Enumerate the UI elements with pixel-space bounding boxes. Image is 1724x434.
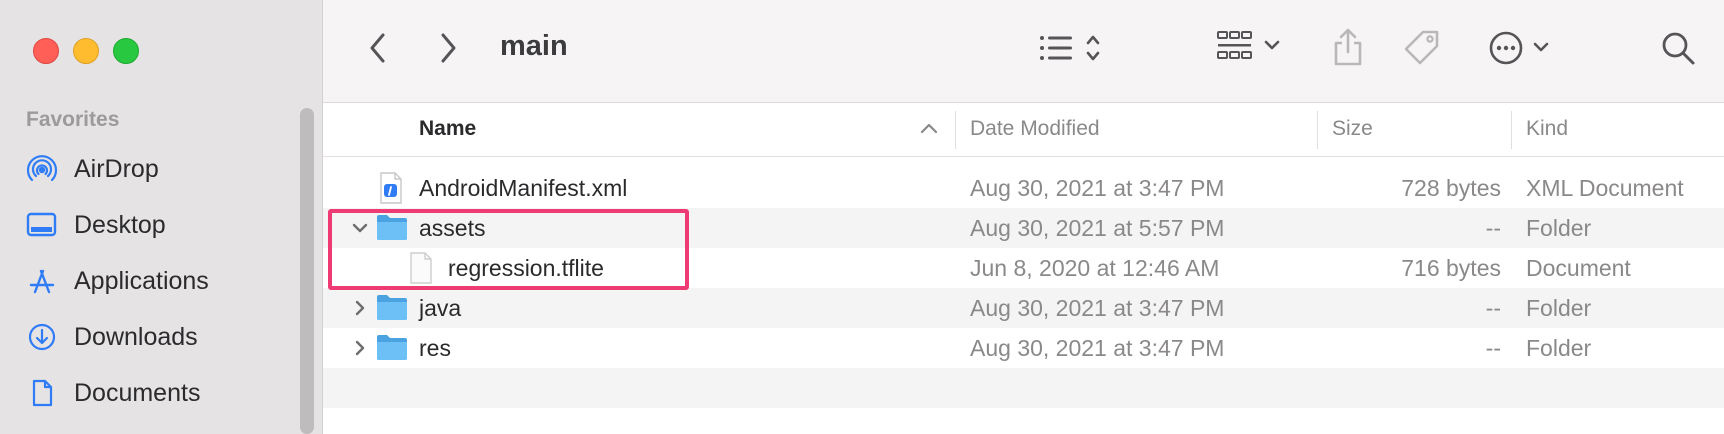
minimize-button[interactable] bbox=[73, 38, 99, 64]
back-button[interactable] bbox=[363, 30, 393, 70]
close-button[interactable] bbox=[33, 38, 59, 64]
file-size: -- bbox=[1485, 295, 1501, 321]
column-divider[interactable] bbox=[955, 111, 956, 149]
search-icon bbox=[1660, 30, 1696, 71]
table-row[interactable]: res Aug 30, 2021 at 3:47 PM -- Folder bbox=[323, 328, 1724, 368]
column-divider[interactable] bbox=[1511, 111, 1512, 149]
file-date: Aug 30, 2021 at 5:57 PM bbox=[970, 215, 1225, 241]
sidebar-item-desktop[interactable]: Desktop bbox=[26, 205, 166, 245]
file-date: Aug 30, 2021 at 3:47 PM bbox=[970, 175, 1225, 201]
applications-icon bbox=[26, 265, 66, 297]
column-name[interactable]: Name bbox=[419, 117, 476, 141]
folder-icon bbox=[376, 332, 408, 368]
search-button[interactable] bbox=[1658, 30, 1698, 70]
chevron-left-icon bbox=[367, 31, 389, 70]
table-row[interactable]: assets Aug 30, 2021 at 5:57 PM -- Folder bbox=[323, 208, 1724, 248]
file-size: -- bbox=[1485, 335, 1501, 361]
column-header: Name Date Modified Size Kind bbox=[323, 103, 1724, 157]
zoom-button[interactable] bbox=[113, 38, 139, 64]
file-name: assets bbox=[419, 215, 486, 241]
column-size[interactable]: Size bbox=[1332, 117, 1373, 141]
view-options-button[interactable] bbox=[1036, 28, 1110, 72]
table-row[interactable]: java Aug 30, 2021 at 3:47 PM -- Folder bbox=[323, 288, 1724, 328]
tag-button[interactable] bbox=[1399, 28, 1445, 72]
chevron-right-icon bbox=[437, 31, 459, 70]
file-name: regression.tflite bbox=[448, 255, 604, 281]
empty-row bbox=[323, 368, 1724, 408]
desktop-icon bbox=[26, 209, 66, 241]
forward-button[interactable] bbox=[433, 30, 463, 70]
document-icon bbox=[409, 252, 433, 290]
sidebar-item-downloads[interactable]: Downloads bbox=[26, 317, 198, 357]
file-size: -- bbox=[1485, 215, 1501, 241]
disclosure-expanded-icon[interactable] bbox=[350, 216, 370, 240]
downloads-icon bbox=[26, 321, 66, 353]
share-button[interactable] bbox=[1328, 26, 1368, 72]
file-name: res bbox=[419, 335, 451, 361]
group-icon bbox=[1216, 28, 1290, 73]
sidebar-section-favorites: Favorites bbox=[26, 108, 120, 131]
disclosure-collapsed-icon[interactable] bbox=[350, 336, 370, 360]
sidebar-item-label: Downloads bbox=[74, 322, 198, 351]
sidebar-item-documents[interactable]: Documents bbox=[26, 373, 200, 413]
documents-icon bbox=[26, 377, 66, 409]
more-icon bbox=[1487, 28, 1557, 73]
file-date: Jun 8, 2020 at 12:46 AM bbox=[970, 255, 1220, 281]
table-row[interactable]: regression.tflite Jun 8, 2020 at 12:46 A… bbox=[323, 248, 1724, 288]
finder-window: Favorites AirDrop Desktop Applications D… bbox=[0, 0, 1724, 434]
group-button[interactable] bbox=[1216, 28, 1290, 72]
file-kind: Document bbox=[1526, 255, 1631, 281]
file-kind: Folder bbox=[1526, 215, 1592, 241]
list-view-icon bbox=[1036, 30, 1110, 71]
file-size: 716 bytes bbox=[1401, 255, 1501, 281]
xml-file-icon bbox=[379, 172, 403, 210]
sidebar-item-applications[interactable]: Applications bbox=[26, 261, 209, 301]
column-kind[interactable]: Kind bbox=[1526, 117, 1568, 141]
sidebar-item-label: Applications bbox=[74, 266, 209, 295]
column-date-modified[interactable]: Date Modified bbox=[970, 117, 1100, 141]
window-title: main bbox=[500, 30, 568, 62]
toolbar: main bbox=[323, 0, 1724, 103]
sidebar-scrollbar[interactable] bbox=[300, 108, 314, 434]
sidebar: Favorites AirDrop Desktop Applications D… bbox=[0, 0, 323, 434]
file-size: 728 bytes bbox=[1401, 175, 1501, 201]
file-kind: Folder bbox=[1526, 295, 1592, 321]
file-date: Aug 30, 2021 at 3:47 PM bbox=[970, 335, 1225, 361]
sidebar-item-airdrop[interactable]: AirDrop bbox=[26, 149, 159, 189]
table-row[interactable]: AndroidManifest.xml Aug 30, 2021 at 3:47… bbox=[323, 168, 1724, 208]
airdrop-icon bbox=[26, 153, 66, 185]
sort-ascending-icon[interactable] bbox=[920, 121, 938, 140]
disclosure-collapsed-icon[interactable] bbox=[350, 296, 370, 320]
more-actions-button[interactable] bbox=[1485, 28, 1559, 72]
sidebar-item-label: Documents bbox=[74, 378, 201, 407]
file-name: java bbox=[419, 295, 462, 321]
share-icon bbox=[1331, 26, 1365, 73]
folder-icon bbox=[376, 292, 408, 328]
file-name: AndroidManifest.xml bbox=[419, 175, 628, 201]
file-kind: XML Document bbox=[1526, 175, 1684, 201]
sidebar-item-label: Desktop bbox=[74, 210, 166, 239]
folder-icon bbox=[376, 212, 408, 248]
column-divider[interactable] bbox=[1317, 111, 1318, 149]
tag-icon bbox=[1401, 27, 1443, 74]
file-date: Aug 30, 2021 at 3:47 PM bbox=[970, 295, 1225, 321]
sidebar-item-label: AirDrop bbox=[74, 154, 159, 183]
file-kind: Folder bbox=[1526, 335, 1592, 361]
